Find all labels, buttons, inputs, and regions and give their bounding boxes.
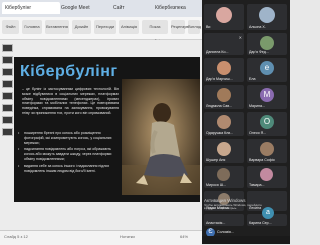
ppt-ribbon: Файл Головна Вставлення Дизайн Переходи …	[0, 17, 202, 43]
participant-avatar	[260, 36, 274, 50]
participant-tile[interactable]: Варвара Софія	[247, 139, 287, 163]
ribbon-label: Вигляд	[188, 24, 202, 29]
participant-tile[interactable]: Тамара...	[247, 166, 287, 188]
ribbon-item-animation[interactable]: Анімація	[119, 20, 139, 34]
participant-photo	[260, 168, 273, 181]
participant-tile[interactable]: ✕ Даниела Ко...	[204, 33, 244, 55]
ribbon-item-home[interactable]: Головна	[22, 20, 42, 34]
participant-tile[interactable]: Мирося Ш...	[204, 166, 244, 188]
participant-name: Ела	[249, 77, 256, 81]
participant-tile[interactable]: Ви	[204, 4, 244, 30]
ribbon-item-file[interactable]: Файл	[2, 20, 19, 34]
ribbon-label: Переходи	[95, 24, 115, 29]
notes-button[interactable]: Нотатки	[120, 234, 135, 239]
slide-thumbnail-strip	[2, 44, 13, 140]
ribbon-label: Вставлення	[46, 24, 68, 29]
participant-avatar: М	[260, 88, 274, 102]
participant-tile[interactable]: e Ела	[247, 58, 287, 82]
participant-name: Тамара...	[249, 183, 265, 187]
participant-name: Дар'я Марчиш...	[206, 77, 233, 81]
participant-photo	[217, 115, 231, 129]
slide-bullet: видання себе за когось іншого і надсилан…	[18, 164, 119, 174]
tab-label: Кібербезпека	[155, 5, 186, 11]
participant-tile[interactable]: Анастасія...	[204, 214, 244, 226]
avatar-letter: e	[264, 63, 270, 72]
participant-name: Варвара Софія	[249, 158, 275, 162]
slide-thumbnail[interactable]	[2, 92, 13, 100]
slide-thumbnail[interactable]	[2, 128, 13, 136]
participant-tile[interactable]: Шушер Аня	[204, 139, 244, 163]
tab-meet[interactable]: Google Meet	[58, 2, 112, 14]
participant-photo	[217, 142, 231, 156]
slide-title: Кібербулінг	[20, 63, 118, 80]
participant-name: Шушер Аня	[206, 158, 226, 162]
slide-thumbnail[interactable]	[2, 56, 13, 64]
participant-name: Соломія...	[217, 230, 234, 234]
participant-name: Олеся Я...	[249, 131, 267, 135]
windows-activation-hint: Чтобы активировать Windows, перейдите в …	[204, 203, 262, 211]
participant-tile[interactable]: Дар'я Марчиш...	[204, 58, 244, 82]
zoom-level[interactable]: 64%	[180, 234, 188, 239]
participant-avatar: О	[260, 115, 274, 129]
slide-thumbnail[interactable]	[2, 80, 13, 88]
participant-photo	[259, 7, 275, 23]
slide-thumbnail[interactable]	[2, 44, 13, 52]
participant-photo	[217, 88, 231, 102]
sad-boy-photo	[122, 79, 200, 195]
slide-bullet-list: поширення брехні про когось або розміщен…	[18, 131, 119, 175]
slide-thumbnail[interactable]	[2, 68, 13, 76]
tab-site[interactable]: Сайт	[110, 2, 154, 14]
slide-bullet: поширення брехні про когось або розміщен…	[18, 131, 119, 145]
participant-name: Дар'я Фед...	[249, 50, 269, 54]
meeting-panel: Ви Альона Х. ✕ Даниела Ко... Дар'я Фед..…	[202, 0, 290, 244]
ribbon-item-slideshow[interactable]: Показ слайдів	[142, 20, 168, 43]
participant-tile[interactable]: Одарушка Кли...	[204, 112, 244, 136]
participant-name: Ви	[206, 25, 211, 29]
tab-label: Google Meet	[61, 5, 90, 11]
participant-name: Мирося Ш...	[206, 183, 227, 187]
participant-tile[interactable]: О Олеся Я...	[247, 112, 287, 136]
slide-counter: Слайд 5 з 12	[4, 234, 28, 239]
participant-photo	[217, 61, 231, 75]
ribbon-item-transitions[interactable]: Переходи	[94, 20, 116, 34]
ribbon-item-view[interactable]: Вигляд	[188, 20, 202, 34]
slide-bullet: надсилання повідомлень або погроз, які о…	[18, 147, 119, 161]
current-slide[interactable]: Кібербулінг – це булінг із застосуванням…	[14, 57, 200, 202]
slide-thumbnail[interactable]	[2, 116, 13, 124]
avatar-letter	[260, 36, 274, 50]
participant-name: Марина...	[249, 104, 266, 108]
participant-photo	[260, 142, 274, 156]
mic-off-icon: ✕	[238, 35, 242, 40]
participant-photo	[217, 168, 230, 181]
ribbon-label: Дизайн	[74, 24, 89, 29]
participant-tile[interactable]: Альона Х.	[247, 4, 287, 30]
ribbon-label: Файл	[5, 24, 16, 29]
tab-cybersecurity[interactable]: Кібербезпека	[152, 2, 206, 14]
status-bar: Слайд 5 з 12 Нотатки 64%	[0, 230, 202, 245]
participant-name: Даниела Ко...	[206, 50, 229, 54]
avatar-letter: О	[263, 117, 271, 126]
participant-tile[interactable]: Людмила Сав...	[204, 85, 244, 109]
participant-photo	[216, 7, 232, 23]
participant-tile[interactable]: Дар'я Фед...	[247, 33, 287, 55]
participant-avatar: e	[260, 61, 274, 75]
participant-name: Людмила Сав...	[206, 104, 233, 108]
tab-presentation[interactable]: Кібербулінг	[2, 2, 60, 14]
slide-definition: – це булінг із застосуванням цифрових те…	[22, 87, 119, 115]
ribbon-item-design[interactable]: Дизайн	[72, 20, 91, 34]
tab-label: Сайт	[113, 5, 125, 11]
participant-tile[interactable]: М Марина...	[247, 85, 287, 109]
ribbon-item-insert[interactable]: Вставлення	[45, 20, 69, 34]
ribbon-label: Головна	[24, 24, 40, 29]
ribbon-label: Анімація	[120, 24, 138, 29]
tab-label: Кібербулінг	[5, 5, 32, 11]
participant-name: Карина Сер...	[249, 221, 272, 225]
participant-name: Альона Х.	[249, 25, 266, 29]
meeting-controls	[202, 236, 290, 244]
participant-name: Одарушка Кли...	[206, 131, 234, 135]
slide-thumbnail[interactable]	[2, 104, 13, 112]
avatar-letter: М	[263, 90, 271, 99]
participant-name: Анастасія...	[206, 221, 226, 225]
ribbon-item-review[interactable]: Рецензування	[171, 20, 197, 34]
